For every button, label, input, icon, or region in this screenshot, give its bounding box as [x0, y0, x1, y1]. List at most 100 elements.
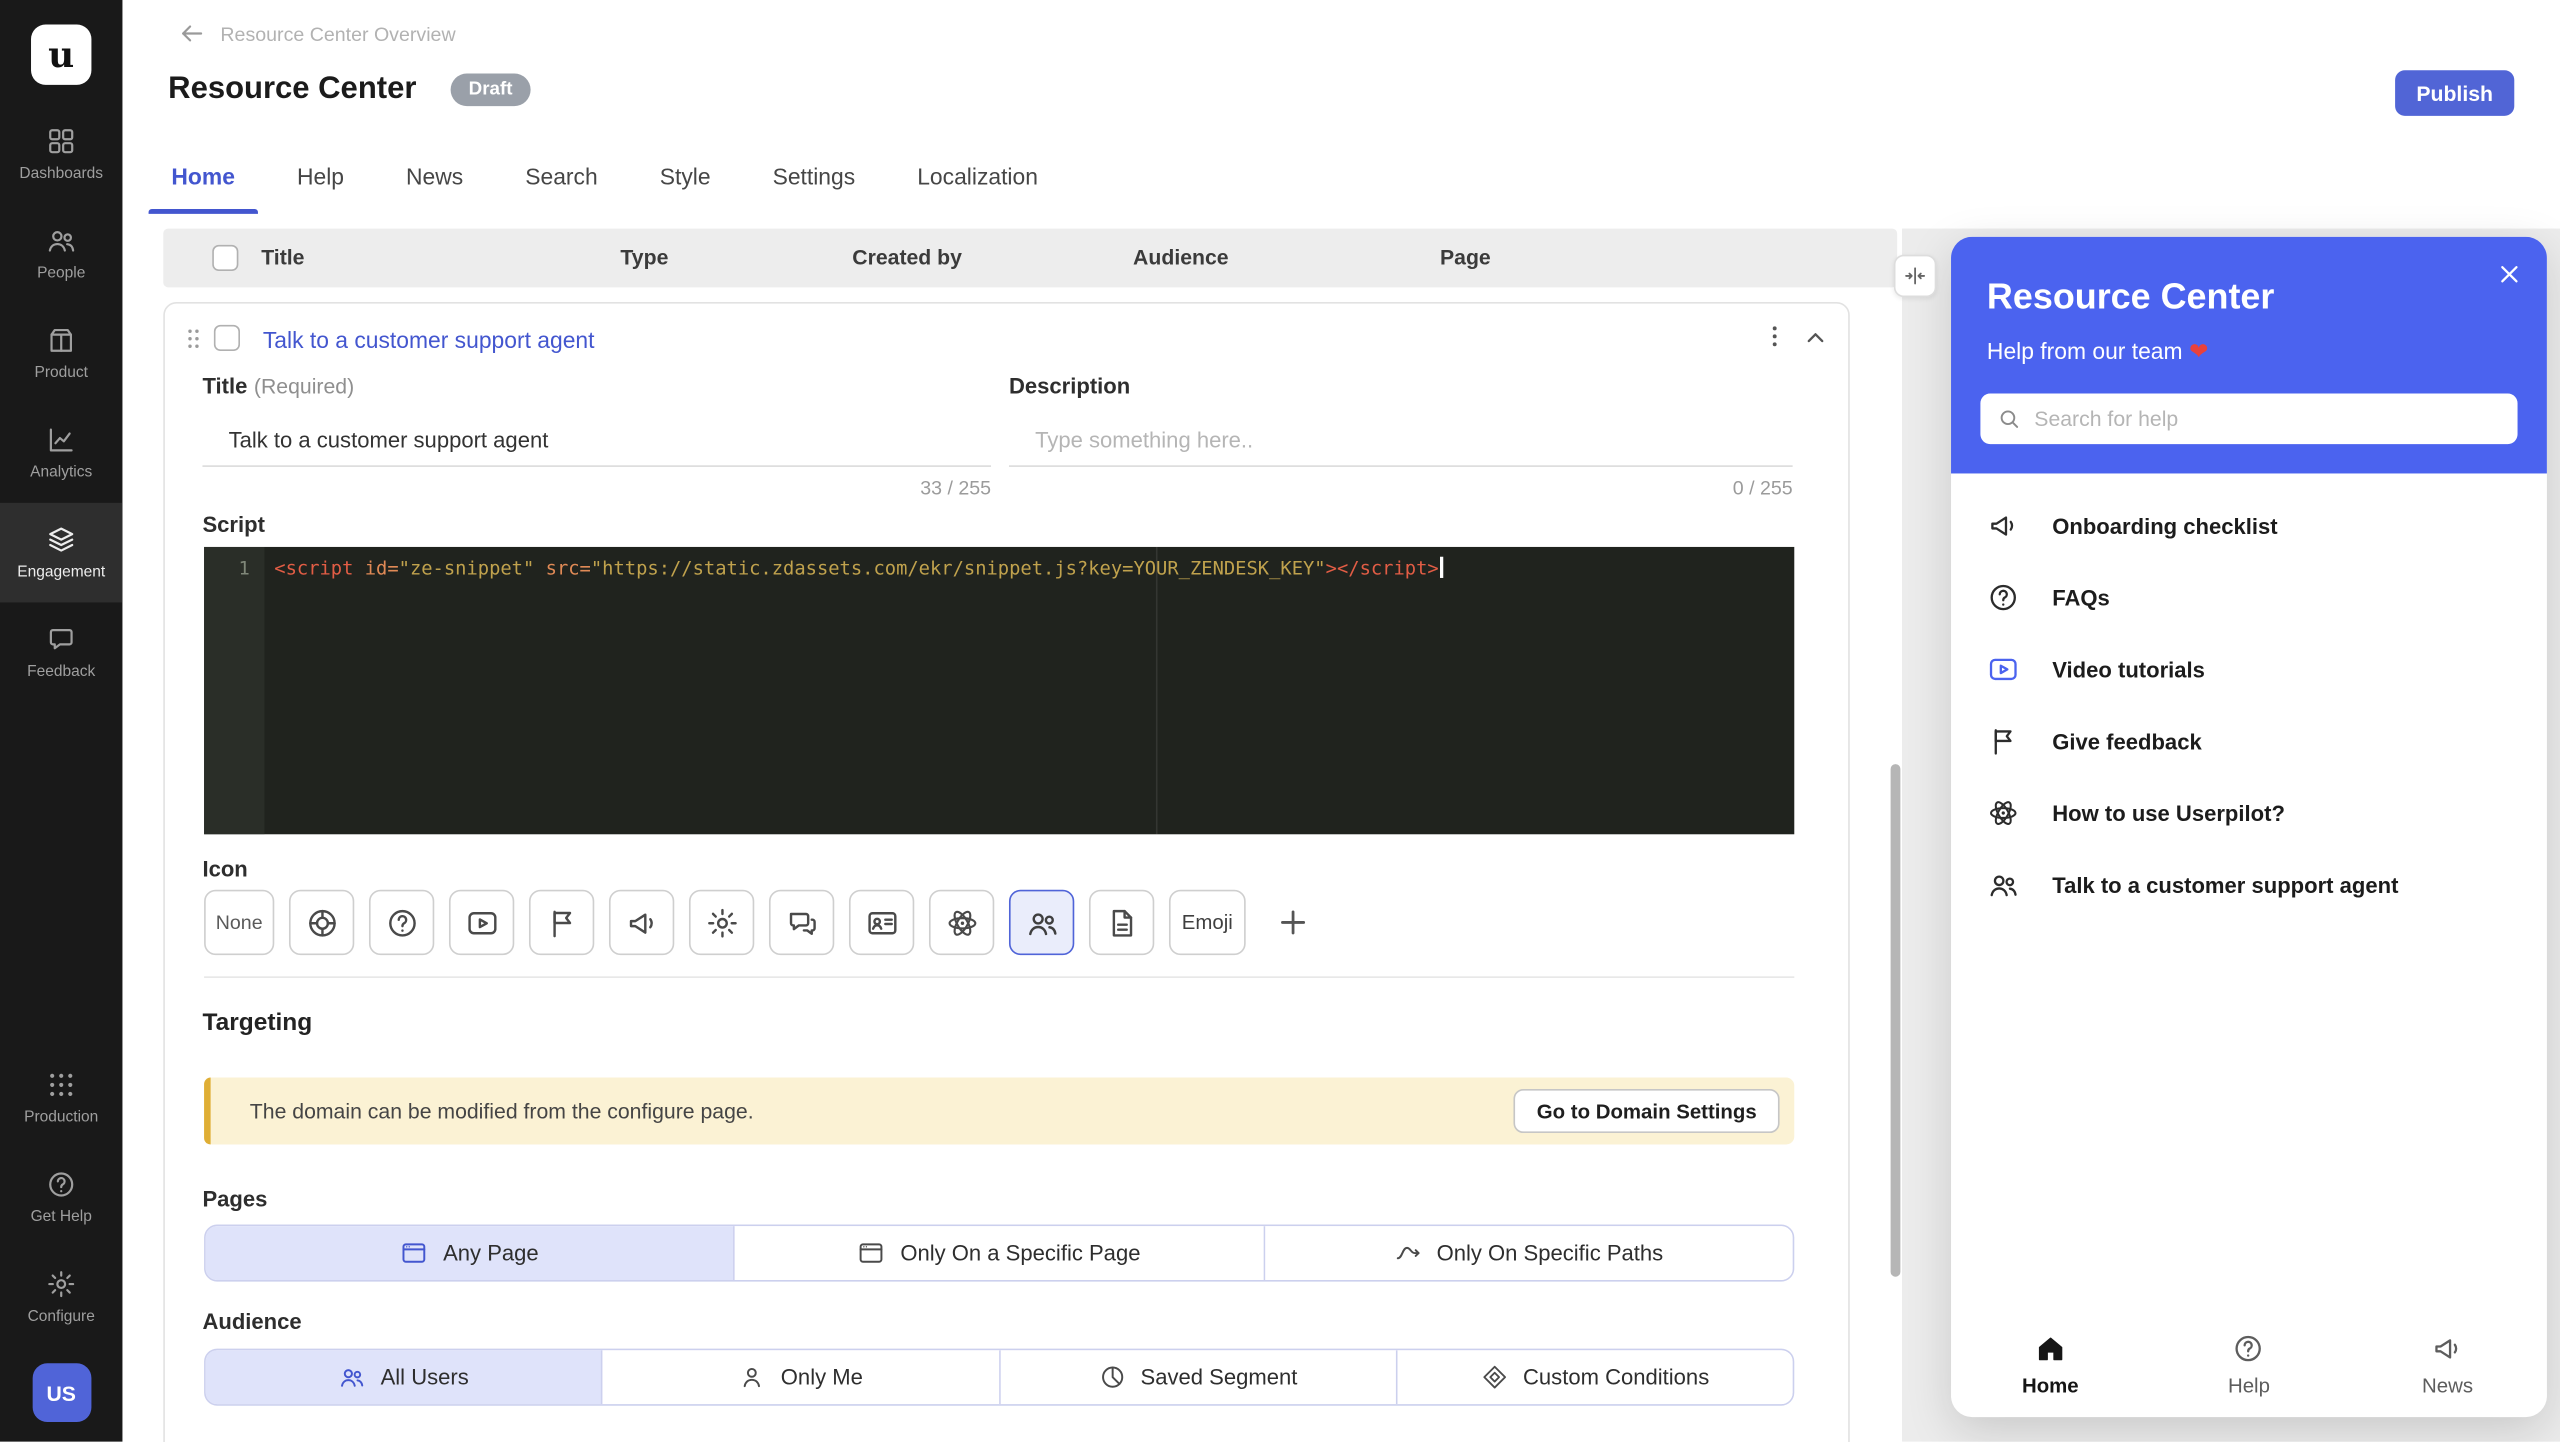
divider: [204, 976, 1794, 978]
feedback-icon: [46, 624, 77, 655]
icon-option-video[interactable]: [449, 890, 514, 955]
preview-nav-news[interactable]: News: [2348, 1316, 2547, 1407]
title-field-group: Title(Required) 33 / 255: [202, 372, 991, 499]
preview-nav-help[interactable]: Help: [2150, 1316, 2349, 1407]
megaphone-icon: [624, 905, 658, 939]
sidebar-item-people[interactable]: People: [0, 204, 122, 304]
segment-label: Custom Conditions: [1523, 1365, 1709, 1389]
select-all-checkbox[interactable]: [212, 245, 238, 271]
sidebar-item-label: Analytics: [30, 464, 92, 482]
column-header-type: Type: [620, 245, 668, 269]
gear-icon: [704, 905, 738, 939]
description-field-label-row: Description: [1009, 372, 1793, 398]
icon-option-id-card[interactable]: [849, 890, 914, 955]
add-icon-button[interactable]: [1260, 890, 1325, 955]
preview-item-label: Give feedback: [2052, 729, 2201, 753]
preview-item-onboarding-checklist[interactable]: Onboarding checklist: [1951, 490, 2547, 562]
module-title-link[interactable]: Talk to a customer support agent: [263, 327, 595, 353]
icon-option-atom[interactable]: [929, 890, 994, 955]
preview-item-label: Video tutorials: [2052, 657, 2205, 681]
userpilot-logo[interactable]: u: [31, 24, 91, 84]
code-ruler: [1156, 547, 1158, 834]
preview-item-talk-to-support[interactable]: Talk to a customer support agent: [1951, 849, 2547, 921]
preview-nav-home[interactable]: Home: [1951, 1316, 2150, 1407]
icon-option-none[interactable]: None: [204, 890, 274, 955]
back-arrow-icon[interactable]: [178, 20, 206, 48]
script-label: Script: [202, 513, 264, 537]
column-header-audience: Audience: [1133, 245, 1229, 269]
sidebar-item-get-help[interactable]: Get Help: [0, 1148, 122, 1248]
tab-news[interactable]: News: [383, 147, 486, 214]
sidebar-item-production[interactable]: Production: [0, 1048, 122, 1148]
preview-item-faqs[interactable]: FAQs: [1951, 562, 2547, 634]
tab-help[interactable]: Help: [274, 147, 367, 214]
page-title: Resource Center: [168, 72, 416, 108]
targeting-heading: Targeting: [202, 1009, 312, 1037]
icon-option-users-selected[interactable]: [1009, 890, 1074, 955]
icon-option-emoji[interactable]: Emoji: [1169, 890, 1246, 955]
pages-option-any-page[interactable]: Any Page: [206, 1226, 736, 1280]
icon-option-document[interactable]: [1089, 890, 1154, 955]
dashboards-icon: [46, 126, 77, 157]
preview-item-video-tutorials[interactable]: Video tutorials: [1951, 633, 2547, 705]
pie-chart-icon: [1098, 1363, 1126, 1391]
tab-search[interactable]: Search: [502, 147, 620, 214]
icon-option-question[interactable]: [369, 890, 434, 955]
audience-option-all-users[interactable]: All Users: [206, 1350, 603, 1404]
required-hint: (Required): [254, 374, 354, 398]
video-icon: [464, 905, 498, 939]
title-input[interactable]: [202, 413, 991, 467]
collapse-chevron-icon[interactable]: [1801, 323, 1830, 352]
preview-nav-label: Home: [2022, 1375, 2079, 1398]
preview-item-label: FAQs: [2052, 585, 2110, 609]
row-checkbox[interactable]: [214, 325, 240, 351]
audience-option-custom-conditions[interactable]: Custom Conditions: [1397, 1350, 1793, 1404]
kebab-menu-icon[interactable]: [1760, 322, 1789, 351]
description-input[interactable]: [1009, 413, 1793, 467]
preview-item-give-feedback[interactable]: Give feedback: [1951, 705, 2547, 777]
tab-style[interactable]: Style: [637, 147, 734, 214]
tab-settings[interactable]: Settings: [750, 147, 878, 214]
audience-option-only-me[interactable]: Only Me: [603, 1350, 1000, 1404]
sidebar-item-analytics[interactable]: Analytics: [0, 403, 122, 503]
sidebar-item-engagement[interactable]: Engagement: [0, 503, 122, 603]
icon-option-gear[interactable]: [689, 890, 754, 955]
description-field-label: Description: [1009, 374, 1130, 398]
segment-label: All Users: [381, 1365, 469, 1389]
panel-collapse-toggle[interactable]: [1894, 255, 1936, 297]
pages-option-specific-page[interactable]: Only On a Specific Page: [735, 1226, 1265, 1280]
sidebar-item-dashboards[interactable]: Dashboards: [0, 104, 122, 204]
icon-option-chat[interactable]: [769, 890, 834, 955]
vertical-scrollbar-thumb[interactable]: [1891, 764, 1901, 1277]
sidebar-item-configure[interactable]: Configure: [0, 1247, 122, 1347]
user-avatar[interactable]: US: [32, 1363, 91, 1422]
go-to-domain-settings-button[interactable]: Go to Domain Settings: [1514, 1089, 1780, 1133]
table-header: Title Type Created by Audience Page: [163, 229, 1897, 288]
preview-item-how-to-use-userpilot[interactable]: How to use Userpilot?: [1951, 777, 2547, 849]
page-header: Resource Center Draft: [168, 72, 530, 108]
pages-option-specific-paths[interactable]: Only On Specific Paths: [1265, 1226, 1793, 1280]
preview-search[interactable]: [1980, 393, 2517, 444]
icon-picker-label: Icon: [202, 857, 247, 881]
audience-option-saved-segment[interactable]: Saved Segment: [1000, 1350, 1397, 1404]
icon-option-flag[interactable]: [529, 890, 594, 955]
script-code-editor[interactable]: 1 <script id="ze-snippet" src="https://s…: [204, 547, 1794, 834]
tab-localization[interactable]: Localization: [894, 147, 1060, 214]
icon-option-lifebuoy[interactable]: [289, 890, 354, 955]
title-field-label-row: Title(Required): [202, 372, 991, 398]
tab-home[interactable]: Home: [149, 147, 258, 214]
segment-label: Any Page: [443, 1241, 539, 1265]
sidebar-item-product[interactable]: Product: [0, 304, 122, 404]
text-cursor: [1440, 557, 1443, 578]
sidebar-item-feedback[interactable]: Feedback: [0, 602, 122, 702]
preview-item-label: Talk to a customer support agent: [2052, 873, 2398, 897]
pages-label: Pages: [202, 1187, 267, 1211]
sidebar-item-label: People: [37, 264, 85, 282]
publish-button[interactable]: Publish: [2395, 70, 2514, 116]
window-icon: [858, 1239, 886, 1267]
search-input[interactable]: [2034, 407, 2501, 431]
close-icon[interactable]: [2496, 261, 2522, 287]
icon-option-megaphone[interactable]: [609, 890, 674, 955]
breadcrumb-label[interactable]: Resource Center Overview: [220, 22, 455, 45]
drag-handle-icon[interactable]: [180, 325, 208, 353]
